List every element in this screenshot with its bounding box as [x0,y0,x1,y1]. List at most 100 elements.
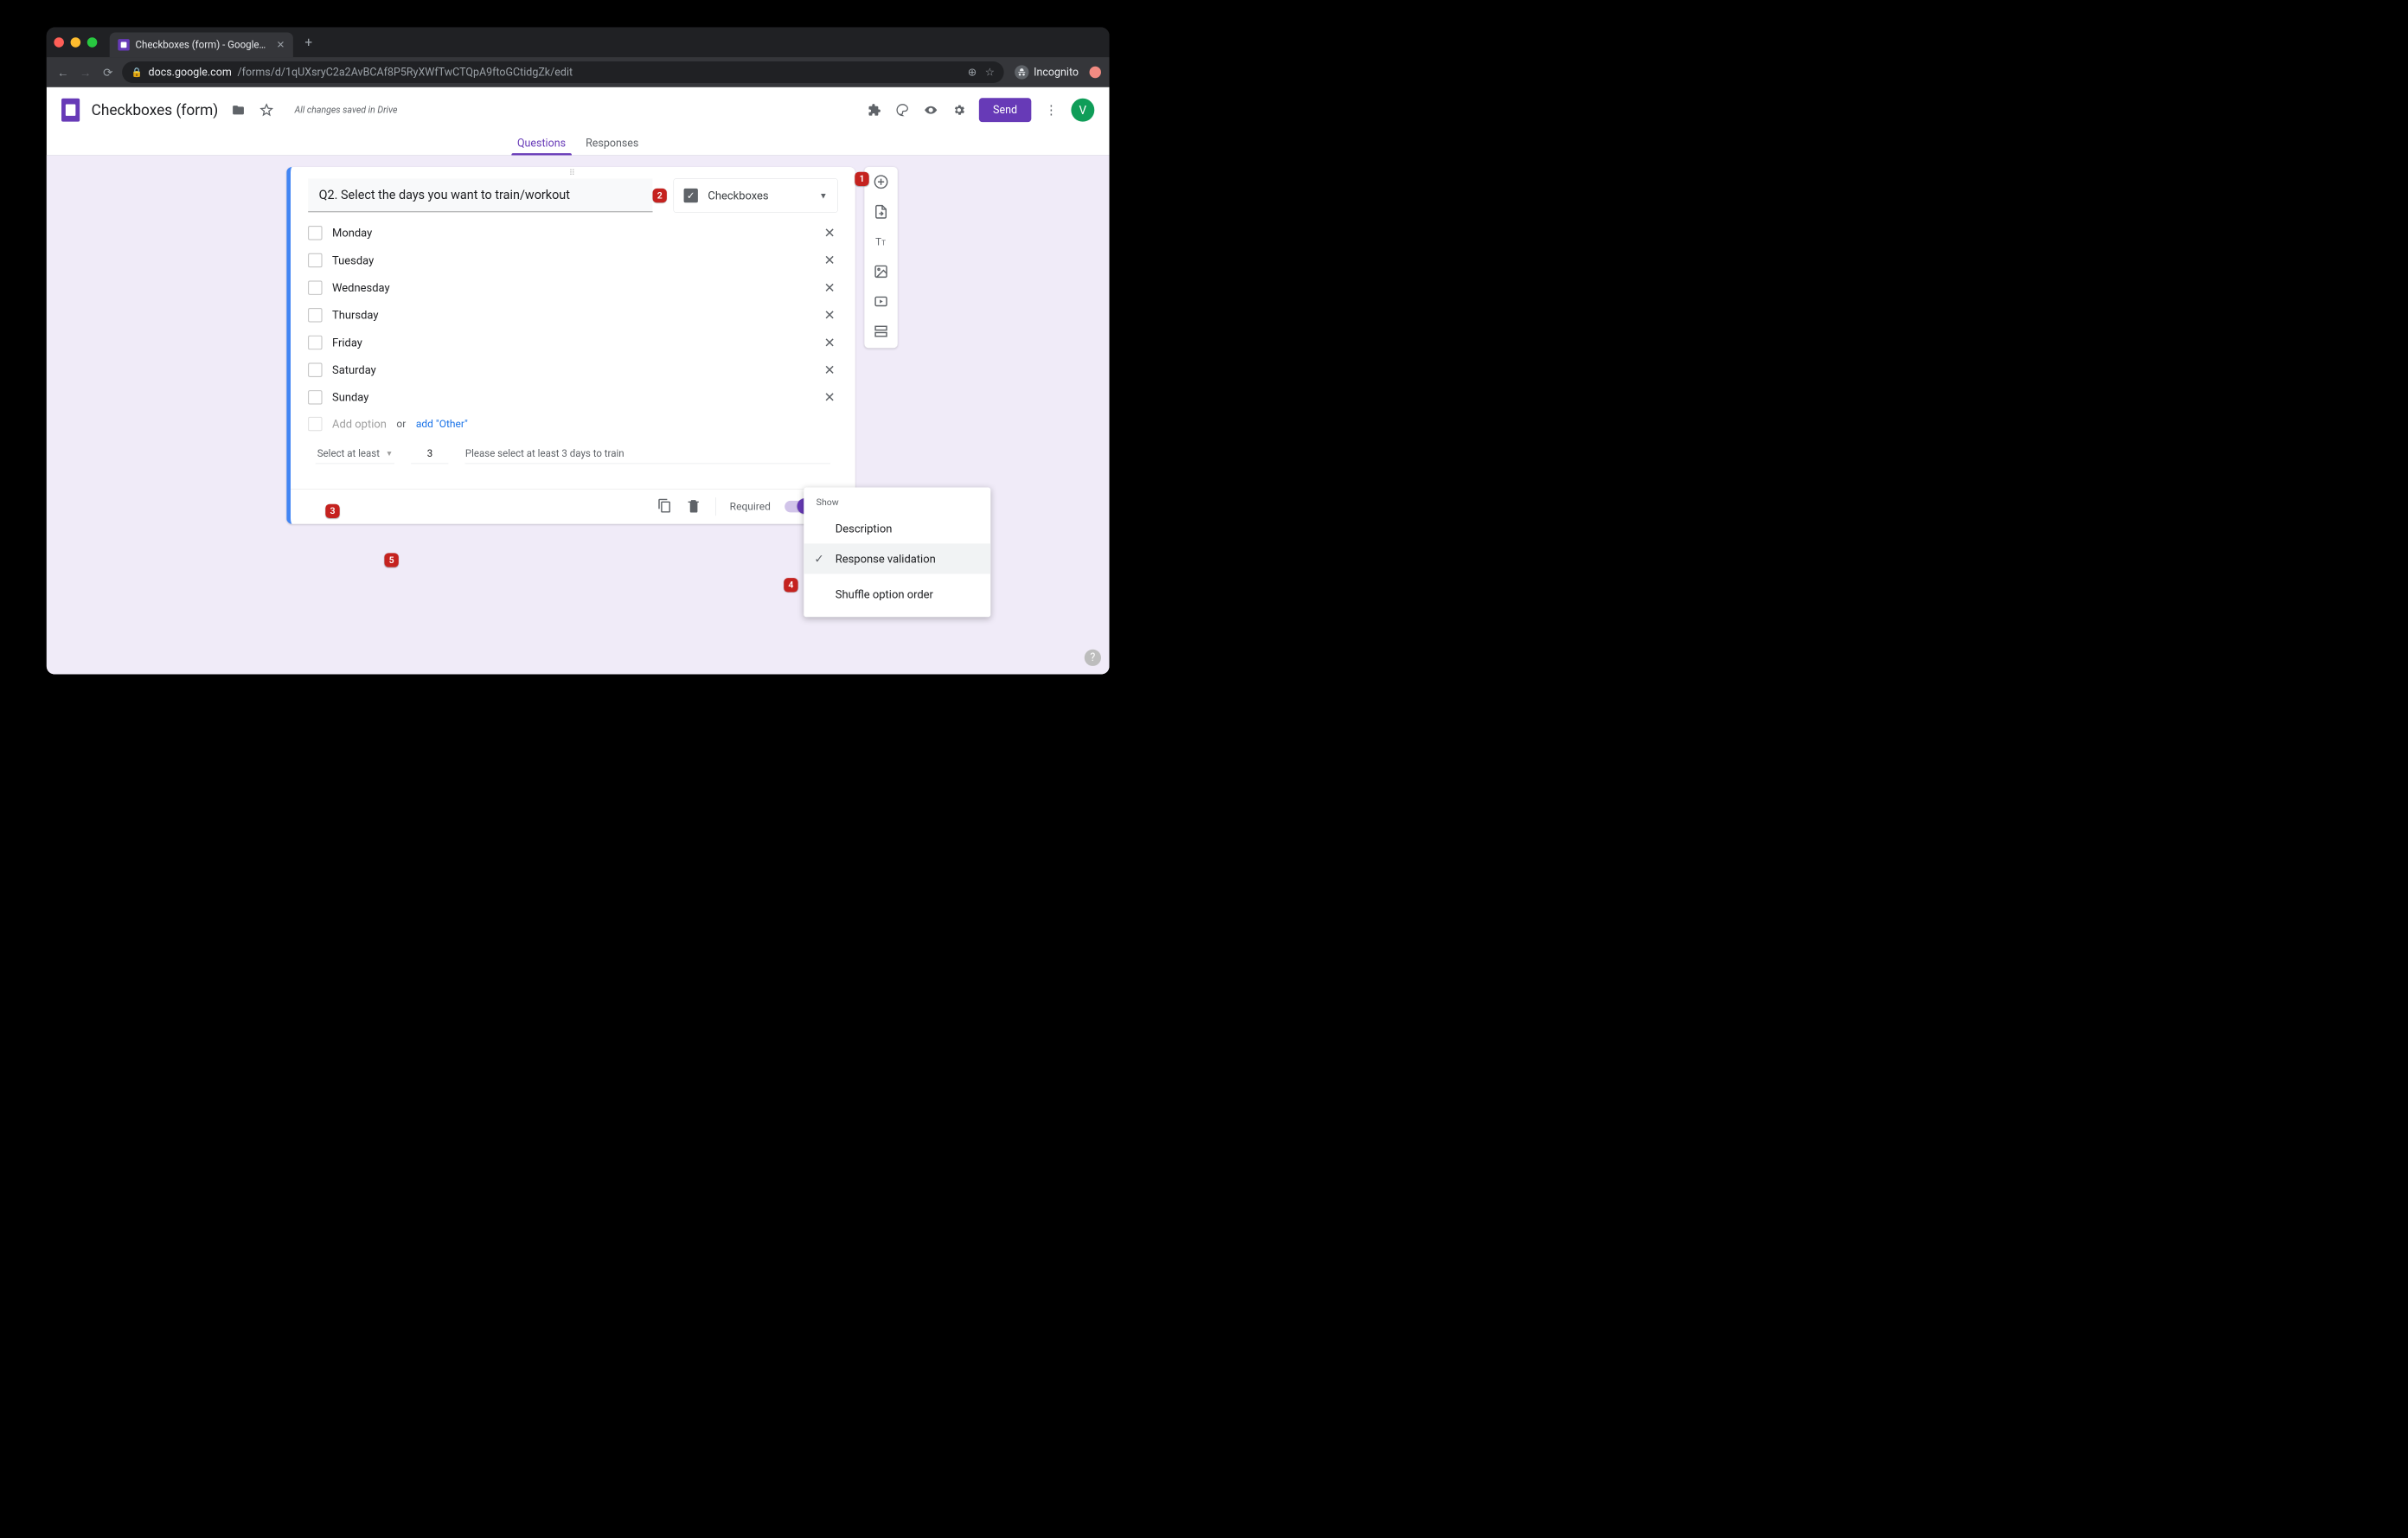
delete-button[interactable] [686,498,701,515]
reload-button[interactable]: ⟳ [99,66,116,80]
option-row: Tuesday ✕ [291,247,855,274]
url-host: docs.google.com [149,66,232,78]
address-bar[interactable]: 🔒 docs.google.com/forms/d/1qUXsryC2a2AvB… [122,61,1003,83]
question-type-select[interactable]: ✓ Checkboxes ▼ [674,178,838,212]
validation-error-input[interactable]: Please select at least 3 days to train [465,445,830,465]
option-input[interactable]: Monday [332,227,811,240]
option-input[interactable]: Saturday [332,363,811,376]
menu-item-response-validation[interactable]: ✓Response validation [804,543,990,574]
remove-option-button[interactable]: ✕ [821,225,837,240]
star-button[interactable] [258,102,274,119]
add-option-row: Add option or add "Other" [291,411,855,437]
send-button[interactable]: Send [979,98,1032,122]
zoom-icon[interactable]: ⊕ [968,66,977,78]
menu-item-description[interactable]: Description [804,514,990,544]
preview-button[interactable] [922,102,938,119]
titlebar: Checkboxes (form) - Google Fo ✕ + [47,28,1110,58]
checkbox-icon: ✓ [684,189,698,202]
validation-number-input[interactable]: 3 [411,445,448,465]
add-image-button[interactable] [874,264,888,280]
option-input[interactable]: Sunday [332,391,811,404]
option-row: Sunday ✕ [291,384,855,412]
annotation-badge: 2 [653,189,667,202]
app-header: Checkboxes (form) All changes saved in D… [47,87,1110,133]
floating-toolbar: TT [864,167,897,348]
remove-option-button[interactable]: ✕ [821,335,837,350]
forward-button[interactable]: → [77,66,93,80]
or-label: or [396,418,406,430]
incognito-indicator[interactable]: Incognito [1015,65,1079,79]
question-card[interactable]: ⠿ Q2. Select the days you want to train/… [286,167,855,524]
option-input[interactable]: Tuesday [332,253,811,266]
add-video-button[interactable] [874,294,888,311]
checkbox-icon [308,280,322,294]
settings-button[interactable] [951,102,967,119]
drag-handle-icon[interactable]: ⠿ [291,167,855,178]
dropdown-caret-icon: ▼ [819,190,828,201]
option-row: Thursday ✕ [291,301,855,329]
annotation-badge: 3 [325,504,339,518]
account-avatar[interactable]: V [1071,99,1094,122]
remove-option-button[interactable]: ✕ [821,253,837,268]
minimize-window-button[interactable] [71,37,81,48]
add-title-button[interactable]: TT [874,234,888,251]
add-other-button[interactable]: add "Other" [416,418,468,430]
checkbox-icon [308,226,322,240]
question-title-input[interactable]: Q2. Select the days you want to train/wo… [308,178,652,212]
annotation-badge: 4 [784,578,797,592]
question-footer: Required ⋮ [291,489,855,524]
question-type-label: Checkboxes [708,189,768,202]
option-input[interactable]: Wednesday [332,281,811,294]
tab-questions[interactable]: Questions [516,133,567,155]
forms-logo-icon[interactable] [61,99,80,122]
browser-window: Checkboxes (form) - Google Fo ✕ + ← → ⟳ … [47,28,1110,675]
option-input[interactable]: Friday [332,336,811,349]
add-question-button[interactable] [874,175,888,191]
window-controls [54,37,97,48]
tab-responses[interactable]: Responses [584,133,640,155]
import-questions-button[interactable] [874,204,888,221]
back-button[interactable]: ← [54,66,71,80]
remove-option-button[interactable]: ✕ [821,362,837,378]
lock-icon: 🔒 [131,67,143,78]
question-options-menu: Show Description ✓Response validation Sh… [804,488,990,618]
add-section-button[interactable] [874,324,888,340]
move-to-folder-button[interactable] [230,102,247,119]
validation-rule-select[interactable]: Select at least ▼ [316,445,394,465]
menu-item-label: Shuffle option order [836,588,933,601]
remove-option-button[interactable]: ✕ [821,307,837,323]
document-title[interactable]: Checkboxes (form) [92,101,219,119]
browser-toolbar: ← → ⟳ 🔒 docs.google.com/forms/d/1qUXsryC… [47,57,1110,87]
browser-tab[interactable]: Checkboxes (form) - Google Fo ✕ [110,32,293,57]
form-canvas: ⠿ Q2. Select the days you want to train/… [47,156,1110,675]
addons-button[interactable] [866,102,882,119]
option-input[interactable]: Thursday [332,309,811,322]
validation-row: Select at least ▼ 3 Please select at lea… [291,437,855,477]
add-option-input[interactable]: Add option [332,417,387,430]
svg-text:T: T [875,236,881,248]
close-window-button[interactable] [54,37,64,48]
maximize-window-button[interactable] [87,37,98,48]
menu-header: Show [804,495,990,514]
help-button[interactable]: ? [1085,650,1101,666]
remove-option-button[interactable]: ✕ [821,280,837,296]
save-status: All changes saved in Drive [295,105,398,115]
checkbox-icon [308,336,322,349]
menu-item-shuffle[interactable]: Shuffle option order [804,580,990,610]
checkbox-icon [308,390,322,404]
svg-text:T: T [881,240,886,247]
remove-option-button[interactable]: ✕ [821,389,837,405]
theme-button[interactable] [894,102,911,119]
required-label: Required [730,501,771,513]
menu-item-label: Response validation [836,552,936,565]
bookmark-star-icon[interactable]: ☆ [985,66,995,78]
duplicate-button[interactable] [657,498,672,515]
extension-badge[interactable] [1090,67,1101,78]
more-button[interactable]: ⋮ [1043,102,1060,119]
form-tabs: Questions Responses [47,133,1110,156]
new-tab-button[interactable]: + [304,35,312,50]
incognito-label: Incognito [1034,66,1079,78]
close-tab-button[interactable]: ✕ [277,39,285,50]
dropdown-caret-icon: ▼ [386,449,394,458]
option-row: Wednesday ✕ [291,274,855,302]
